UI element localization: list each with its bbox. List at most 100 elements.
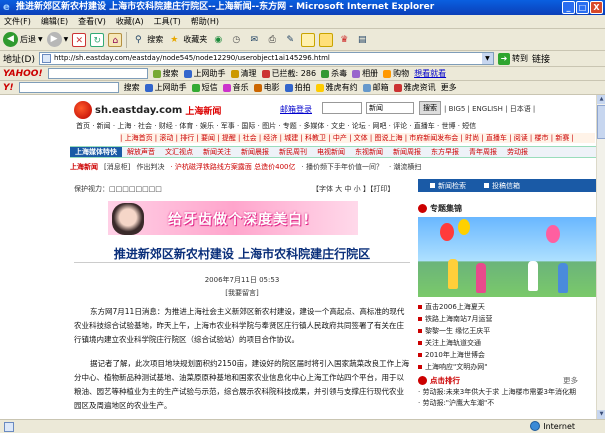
- yahoo-antivirus-button[interactable]: 杀毒: [321, 68, 347, 79]
- media-item[interactable]: 青年周报: [464, 147, 502, 157]
- list-item[interactable]: 2010年上海世博会: [418, 349, 596, 361]
- yahoo2-paipai-button[interactable]: 拍拍: [284, 82, 311, 93]
- yahoo2-search-input[interactable]: [18, 82, 119, 93]
- site-search-input[interactable]: [322, 102, 362, 114]
- yahoo-blocked-button[interactable]: 已拦截: 286: [261, 68, 316, 79]
- maximize-button[interactable]: □: [576, 1, 589, 14]
- right-tabs: 新闻检索 投稿信箱: [418, 179, 596, 192]
- media-item[interactable]: 新闻周报: [388, 147, 426, 157]
- yahoo-album-button[interactable]: 相册: [352, 68, 378, 79]
- chevron-down-icon[interactable]: ▼: [481, 53, 493, 64]
- yahoo2-helper-button[interactable]: 上网助手: [144, 82, 187, 93]
- media-item[interactable]: 东视新闻: [350, 147, 388, 157]
- scroll-down-icon[interactable]: ▼: [597, 410, 605, 419]
- yahoo-clean-button[interactable]: 清理: [230, 68, 257, 79]
- site-logo[interactable]: sh.eastday.com 上海新闻: [74, 101, 221, 119]
- scroll-thumb[interactable]: [597, 105, 605, 139]
- list-item[interactable]: · 劳动报:未来3年供大于求 上海楼市需要3年消化期: [418, 387, 596, 398]
- scroll-up-icon[interactable]: ▲: [597, 95, 605, 104]
- media-item[interactable]: 新闻关注: [198, 147, 236, 157]
- go-button[interactable]: ➜ 转到: [497, 52, 528, 65]
- yahoo2-movie-button[interactable]: 电影: [253, 82, 280, 93]
- yahoo2-news-button[interactable]: 雅虎资讯: [393, 82, 436, 93]
- vertical-scrollbar[interactable]: ▲ ▼: [596, 95, 605, 419]
- balloon-shape: [458, 219, 470, 235]
- media-item[interactable]: 电视新闻: [312, 147, 350, 157]
- list-item[interactable]: 铁路上海南站7月运营: [418, 313, 596, 325]
- eye-protection-colors[interactable]: 保护视力：□□□□□□□□: [74, 184, 162, 194]
- print-icon[interactable]: ⎙: [265, 33, 279, 47]
- media-icon[interactable]: ◉: [211, 33, 225, 47]
- edit-icon[interactable]: ✎: [283, 33, 297, 47]
- main-nav[interactable]: 首页 · 新闻 · 上海 · 社会 · 财经 · 体育 · 娱乐 · 军事 · …: [76, 121, 594, 131]
- yahoo2-more-button[interactable]: 更多: [441, 82, 457, 93]
- forward-button[interactable]: ▶ ▼: [46, 32, 68, 47]
- media-item[interactable]: 东方早报: [426, 147, 464, 157]
- yahoo-link-watch[interactable]: 想看就看: [414, 68, 446, 79]
- messenger-icon[interactable]: ♛: [337, 33, 351, 47]
- links-button[interactable]: 链接: [532, 52, 550, 65]
- yahoo-search-button[interactable]: 搜索: [152, 68, 179, 79]
- ticker-item[interactable]: 作出判决: [136, 162, 164, 172]
- menu-help[interactable]: 帮助(H): [191, 16, 219, 27]
- menu-favorites[interactable]: 收藏(A): [116, 16, 144, 27]
- folder-icon[interactable]: [319, 32, 334, 47]
- list-item[interactable]: · 劳动报:"沪鹰大车潮"不: [418, 398, 596, 409]
- site-search-button[interactable]: 搜索: [419, 101, 441, 115]
- yahoo-shopping-button[interactable]: 购物: [383, 68, 409, 79]
- yahoo2-messenger-button[interactable]: 雅虎有约: [315, 82, 358, 93]
- close-button[interactable]: X: [590, 1, 603, 14]
- menu-file[interactable]: 文件(F): [4, 16, 31, 27]
- ticker-item[interactable]: · 沪杭磁浮铁路线方案露面 总造价400亿: [170, 162, 295, 172]
- window-title: 推进新郊区新农村建设 上海市农科院建庄行院区--上海新闻--东方网 - Micr…: [16, 2, 435, 12]
- refresh-icon[interactable]: ↻: [90, 32, 105, 47]
- stop-icon[interactable]: ✕: [72, 32, 87, 47]
- feature-photo[interactable]: [418, 217, 596, 297]
- sub-nav[interactable]: | 上海首页 | 滚动 | 排行 | 要闻 | 提醒 | 社会 | 经济 | 城…: [120, 133, 595, 143]
- bullet-icon: [418, 376, 427, 385]
- media-item[interactable]: 新民周刊: [274, 147, 312, 157]
- tab-news-search[interactable]: 新闻检索: [430, 181, 466, 191]
- yahoo2-music-button[interactable]: 音乐: [222, 82, 249, 93]
- yahoo-y-logo[interactable]: Y!: [3, 83, 14, 93]
- media-item[interactable]: 文汇视点: [160, 147, 198, 157]
- note-icon[interactable]: [301, 32, 316, 47]
- list-item[interactable]: 上海响应"文明办网": [418, 361, 596, 373]
- address-input[interactable]: http://sh.eastday.com/eastday/node545/no…: [38, 52, 494, 65]
- yahoo2-mail-button[interactable]: 邮箱: [362, 82, 389, 93]
- ticker-section[interactable]: 上海新闻: [70, 162, 98, 172]
- language-links[interactable]: | BIG5 | ENGLISH | 日本语 |: [444, 104, 535, 114]
- ticker-item[interactable]: · 潮流横扫: [389, 162, 421, 172]
- research-icon[interactable]: ▤: [355, 33, 369, 47]
- search-button[interactable]: ⚲ 搜索: [131, 33, 163, 47]
- whitening-ad-banner[interactable]: 给牙齿做个深度美白!: [108, 201, 358, 235]
- mailbox-login-link[interactable]: 邮箱登录: [280, 104, 312, 115]
- back-button[interactable]: ◀ 后退 ▼: [3, 32, 43, 47]
- tab-submit-mail[interactable]: 投稿信箱: [484, 181, 520, 191]
- more-link[interactable]: 更多: [563, 375, 578, 386]
- yahoo-search-input[interactable]: [47, 68, 148, 79]
- ticker-item[interactable]: · 播价频下手年价值一间？: [302, 162, 383, 172]
- font-size-controls[interactable]: 【字体 大 中 小 】【打印】: [312, 184, 394, 194]
- list-item[interactable]: 直击2006上海夏天: [418, 301, 596, 313]
- leave-comment-link[interactable]: [我要留言]: [74, 288, 410, 298]
- yahoo2-sms-button[interactable]: 短信: [191, 82, 218, 93]
- menu-edit[interactable]: 编辑(E): [41, 16, 68, 27]
- list-item[interactable]: 黎黎一生 缘忆王庆平: [418, 325, 596, 337]
- favorites-button[interactable]: ★ 收藏夹: [167, 33, 207, 47]
- media-item[interactable]: 劳动报: [502, 147, 533, 157]
- yahoo-logo[interactable]: YAHOO!: [3, 69, 43, 79]
- list-item[interactable]: 关注上海轨道交通: [418, 337, 596, 349]
- bullet-icon: [418, 329, 422, 333]
- media-item[interactable]: 解放声音: [122, 147, 160, 157]
- yahoo2-search-button[interactable]: 搜索: [124, 82, 140, 93]
- minimize-button[interactable]: _: [562, 1, 575, 14]
- menu-view[interactable]: 查看(V): [78, 16, 106, 27]
- home-icon[interactable]: ⌂: [108, 32, 123, 47]
- mail-icon[interactable]: ✉: [247, 33, 261, 47]
- yahoo-helper-button[interactable]: 上网助手: [183, 68, 226, 79]
- search-type-select[interactable]: 新闻: [366, 102, 414, 114]
- media-item[interactable]: 新闻晨报: [236, 147, 274, 157]
- menu-tools[interactable]: 工具(T): [154, 16, 181, 27]
- history-icon[interactable]: ◷: [229, 33, 243, 47]
